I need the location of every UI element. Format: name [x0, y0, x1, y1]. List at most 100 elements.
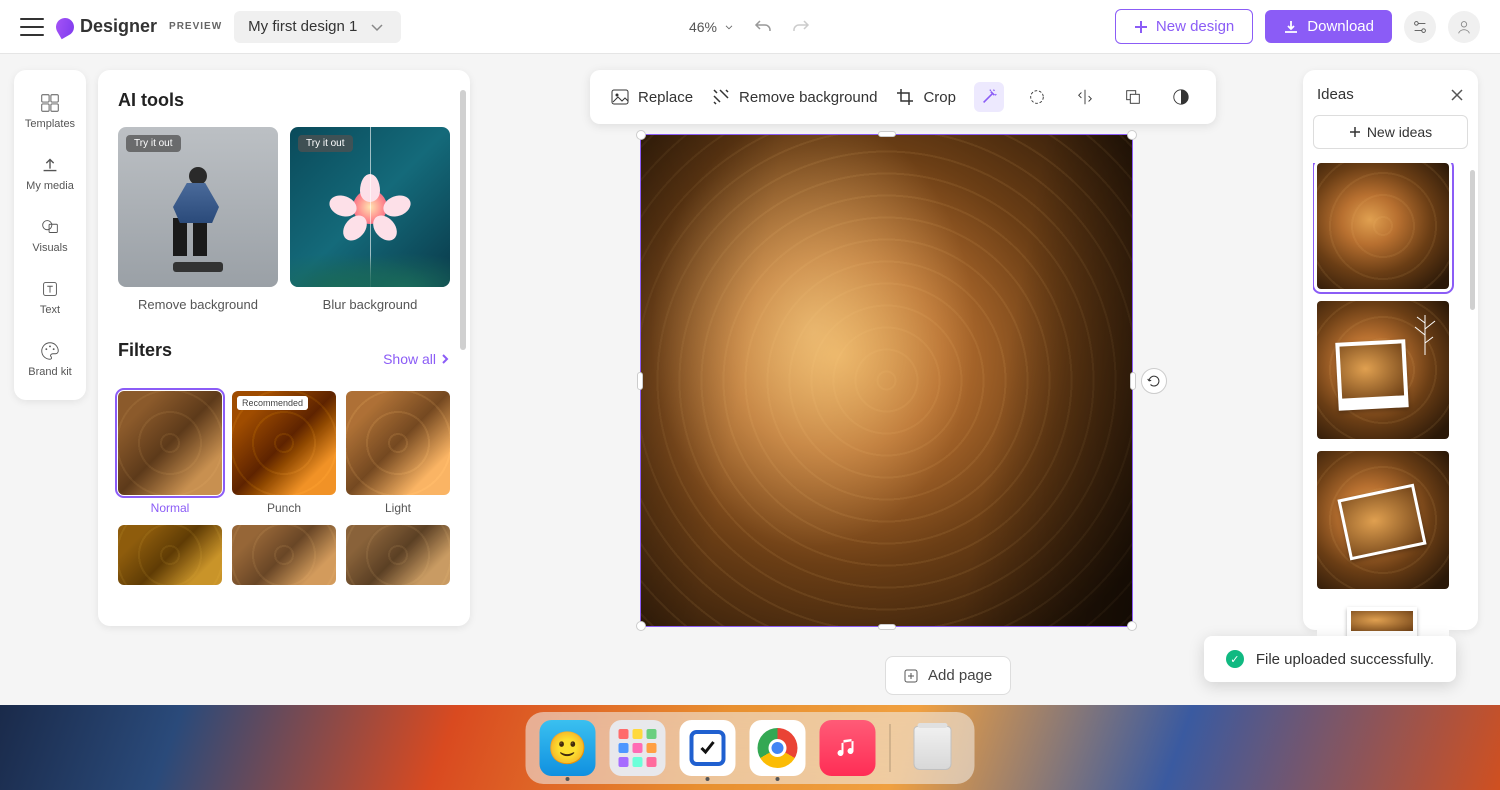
- ai-tools-heading: AI tools: [118, 90, 450, 111]
- show-all-link[interactable]: Show all: [383, 351, 450, 367]
- app-logo[interactable]: Designer: [56, 16, 157, 37]
- resize-handle[interactable]: [878, 624, 896, 630]
- rail-text[interactable]: Text: [14, 268, 86, 326]
- close-icon[interactable]: [1450, 88, 1464, 102]
- resize-handle[interactable]: [1127, 621, 1137, 631]
- header-center: 46%: [689, 17, 811, 37]
- settings-icon[interactable]: [1404, 11, 1436, 43]
- ai-tool-label: Blur background: [290, 297, 450, 312]
- filters-grid: Normal Recommended Punch Light: [118, 391, 450, 585]
- replace-button[interactable]: Replace: [610, 87, 693, 107]
- upload-icon: [39, 154, 61, 176]
- resize-handle[interactable]: [1130, 372, 1136, 390]
- left-rail: Templates My media Visuals Text Brand ki…: [14, 70, 86, 400]
- resize-handle[interactable]: [878, 131, 896, 137]
- dock-separator: [890, 724, 891, 772]
- check-icon: ✓: [1226, 650, 1244, 668]
- idea-thumb[interactable]: [1317, 451, 1449, 589]
- resize-handle[interactable]: [636, 621, 646, 631]
- rotate-handle[interactable]: [1141, 368, 1167, 394]
- sliders-icon: [1411, 18, 1429, 36]
- rail-my-media[interactable]: My media: [14, 144, 86, 202]
- idea-thumb[interactable]: [1317, 163, 1449, 289]
- zoom-value: 46%: [689, 19, 717, 35]
- visuals-panel: AI tools Try it out Remove background Tr…: [98, 70, 470, 626]
- rail-templates[interactable]: Templates: [14, 82, 86, 140]
- profile-icon[interactable]: [1448, 11, 1480, 43]
- ai-tool-blur-bg[interactable]: Try it out Blur background: [290, 127, 450, 312]
- dock-music[interactable]: [820, 720, 876, 776]
- plus-icon: [1349, 126, 1361, 138]
- text-icon: [39, 278, 61, 300]
- ideas-panel: Ideas New ideas: [1303, 70, 1478, 630]
- contrast-icon: [1172, 88, 1190, 106]
- rail-visuals[interactable]: Visuals: [14, 206, 86, 264]
- try-badge: Try it out: [298, 135, 353, 152]
- selected-image[interactable]: [640, 134, 1133, 627]
- ideas-title: Ideas: [1317, 86, 1354, 103]
- magic-edit-button[interactable]: [974, 82, 1004, 112]
- upload-toast: ✓ File uploaded successfully.: [1204, 636, 1456, 682]
- filter-punch[interactable]: Recommended Punch: [232, 391, 336, 515]
- new-design-button[interactable]: New design: [1115, 9, 1253, 44]
- flip-button[interactable]: [1070, 82, 1100, 112]
- person-icon: [1455, 18, 1473, 36]
- macos-dock: 🙂: [526, 712, 975, 784]
- add-page-button[interactable]: Add page: [885, 656, 1011, 695]
- resize-handle[interactable]: [637, 372, 643, 390]
- dock-reminders[interactable]: [680, 720, 736, 776]
- download-button[interactable]: Download: [1265, 10, 1392, 43]
- redo-icon[interactable]: [791, 17, 811, 37]
- image-toolbar: Replace Remove background Crop: [590, 70, 1216, 124]
- remove-bg-button[interactable]: Remove background: [711, 87, 877, 107]
- resize-handle[interactable]: [636, 130, 646, 140]
- filter-option[interactable]: [118, 525, 222, 585]
- download-icon: [1283, 19, 1299, 35]
- rail-brand-kit[interactable]: Brand kit: [14, 330, 86, 388]
- templates-icon: [39, 92, 61, 114]
- idea-thumb[interactable]: [1317, 601, 1449, 641]
- filter-normal[interactable]: Normal: [118, 391, 222, 515]
- project-dropdown[interactable]: My first design 1: [234, 11, 401, 43]
- select-button[interactable]: [1022, 82, 1052, 112]
- panel-scrollbar[interactable]: [460, 90, 466, 350]
- resize-handle[interactable]: [1127, 130, 1137, 140]
- crop-button[interactable]: Crop: [895, 87, 956, 107]
- lasso-icon: [1028, 88, 1046, 106]
- flip-icon: [1076, 88, 1094, 106]
- ai-tool-label: Remove background: [118, 297, 278, 312]
- canvas-area: Replace Remove background Crop: [590, 70, 1216, 627]
- dock-chrome[interactable]: [750, 720, 806, 776]
- filter-option[interactable]: [232, 525, 336, 585]
- chevron-down-icon: [367, 17, 387, 37]
- ideas-scrollbar[interactable]: [1470, 170, 1475, 310]
- opacity-button[interactable]: [1166, 82, 1196, 112]
- dock-trash[interactable]: [905, 720, 961, 776]
- wand-icon: [980, 88, 998, 106]
- layers-icon: [1124, 88, 1142, 106]
- chevron-right-icon: [440, 353, 450, 365]
- dock-launchpad[interactable]: [610, 720, 666, 776]
- filters-heading: Filters: [118, 340, 172, 361]
- try-badge: Try it out: [126, 135, 181, 152]
- zoom-control[interactable]: 46%: [689, 19, 735, 35]
- rotate-icon: [1147, 374, 1161, 388]
- layers-button[interactable]: [1118, 82, 1148, 112]
- designer-logo-icon: [53, 14, 78, 39]
- filter-light[interactable]: Light: [346, 391, 450, 515]
- preview-badge: PREVIEW: [169, 21, 222, 32]
- undo-icon[interactable]: [753, 17, 773, 37]
- new-ideas-button[interactable]: New ideas: [1313, 115, 1468, 149]
- menu-icon[interactable]: [20, 18, 44, 36]
- branch-decoration: [1405, 305, 1445, 355]
- eraser-icon: [711, 87, 731, 107]
- plus-square-icon: [904, 669, 918, 683]
- idea-thumb[interactable]: [1317, 301, 1449, 439]
- dock-finder[interactable]: 🙂: [540, 720, 596, 776]
- palette-icon: [39, 340, 61, 362]
- image-icon: [610, 87, 630, 107]
- filter-option[interactable]: [346, 525, 450, 585]
- ai-tool-remove-bg[interactable]: Try it out Remove background: [118, 127, 278, 312]
- app-name: Designer: [80, 16, 157, 37]
- plus-icon: [1134, 20, 1148, 34]
